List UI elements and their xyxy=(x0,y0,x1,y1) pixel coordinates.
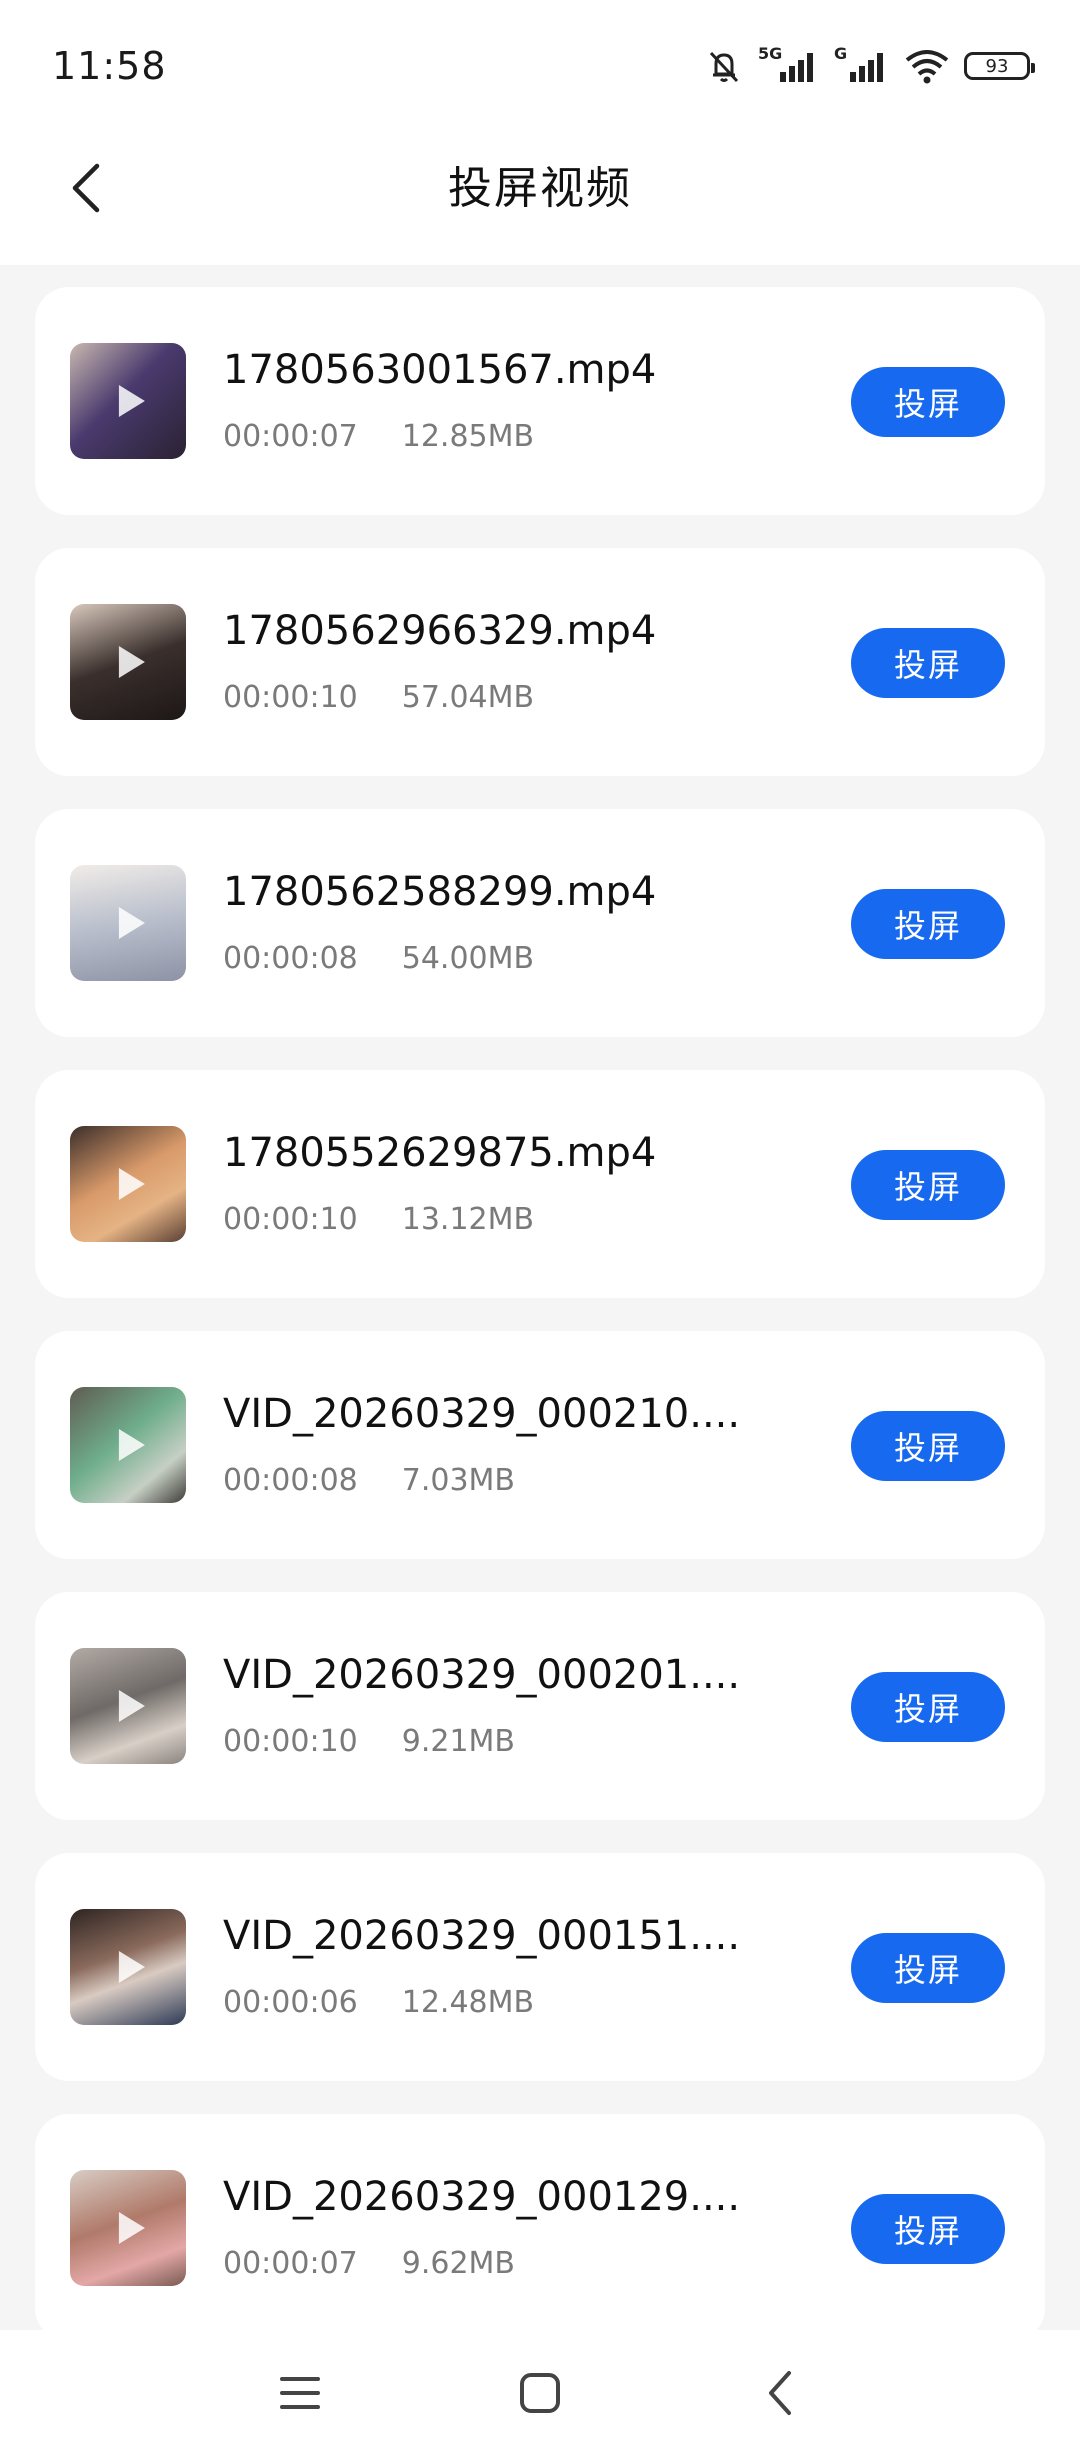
video-card[interactable]: 1780562966329.mp4 00:00:10 57.04MB 投屏 xyxy=(35,548,1045,776)
cast-button[interactable]: 投屏 xyxy=(851,1933,1005,2003)
menu-icon xyxy=(278,2373,322,2417)
bell-muted-icon xyxy=(704,46,744,86)
video-name: 1780562588299.mp4 xyxy=(223,869,657,915)
video-duration: 00:00:10 xyxy=(223,1724,358,1759)
battery-level: 93 xyxy=(985,55,1009,77)
video-size: 12.48MB xyxy=(401,1985,535,2020)
nav-back-button[interactable] xyxy=(745,2360,815,2430)
status-time: 11:58 xyxy=(52,44,167,88)
video-card[interactable]: 1780562588299.mp4 00:00:08 54.00MB 投屏 xyxy=(35,809,1045,1037)
cast-button[interactable]: 投屏 xyxy=(851,1411,1005,1481)
video-size: 9.62MB xyxy=(401,2246,516,2281)
video-meta: 00:00:07 9.62MB xyxy=(223,2246,515,2281)
video-card[interactable]: 1780563001567.mp4 00:00:07 12.85MB 投屏 xyxy=(35,287,1045,515)
play-icon xyxy=(118,1951,145,1983)
video-meta: 00:00:10 57.04MB xyxy=(223,680,534,715)
page-title: 投屏视频 xyxy=(448,163,632,214)
video-size: 57.04MB xyxy=(401,680,535,715)
video-name: VID_20260329_000210.... xyxy=(223,1391,741,1437)
play-icon xyxy=(118,2212,145,2244)
nav-home-button[interactable] xyxy=(505,2360,575,2430)
video-card[interactable]: VID_20260329_000151.... 00:00:06 12.48MB… xyxy=(35,1853,1045,2081)
video-card[interactable]: VID_20260329_000201.... 00:00:10 9.21MB … xyxy=(35,1592,1045,1820)
video-duration: 00:00:08 xyxy=(223,1463,358,1498)
video-name: 1780562966329.mp4 xyxy=(223,608,657,654)
video-meta: 00:00:08 7.03MB xyxy=(223,1463,515,1498)
video-card[interactable]: VID_20260329_000129.... 00:00:07 9.62MB … xyxy=(35,2114,1045,2342)
video-name: 1780563001567.mp4 xyxy=(223,347,657,393)
cast-button[interactable]: 投屏 xyxy=(851,628,1005,698)
header: 投屏视频 xyxy=(0,130,1080,265)
cast-button[interactable]: 投屏 xyxy=(851,1672,1005,1742)
play-icon xyxy=(118,1690,145,1722)
video-duration: 00:00:07 xyxy=(223,419,358,454)
video-meta: 00:00:08 54.00MB xyxy=(223,941,534,976)
video-size: 54.00MB xyxy=(401,941,535,976)
home-square-icon xyxy=(518,2371,562,2419)
video-size: 9.21MB xyxy=(401,1724,516,1759)
video-thumbnail xyxy=(70,1648,186,1764)
video-name: VID_20260329_000201.... xyxy=(223,1652,741,1698)
video-size: 13.12MB xyxy=(401,1202,535,1237)
status-icons: 5G G 93 xyxy=(704,44,1035,86)
cast-button[interactable]: 投屏 xyxy=(851,2194,1005,2264)
video-meta: 00:00:10 13.12MB xyxy=(223,1202,534,1237)
play-icon xyxy=(118,1168,145,1200)
video-meta: 00:00:10 9.21MB xyxy=(223,1724,515,1759)
video-duration: 00:00:07 xyxy=(223,2246,358,2281)
video-list: 1780563001567.mp4 00:00:07 12.85MB 投屏 17… xyxy=(35,287,1045,2375)
video-thumbnail xyxy=(70,343,186,459)
video-duration: 00:00:10 xyxy=(223,1202,358,1237)
video-card[interactable]: VID_20260329_000210.... 00:00:08 7.03MB … xyxy=(35,1331,1045,1559)
g-signal-icon: G xyxy=(834,44,890,84)
back-triangle-icon xyxy=(763,2369,797,2421)
video-name: VID_20260329_000151.... xyxy=(223,1913,741,1959)
system-nav-bar xyxy=(0,2330,1080,2460)
video-thumbnail xyxy=(70,1126,186,1242)
video-duration: 00:00:10 xyxy=(223,680,358,715)
play-icon xyxy=(118,907,145,939)
video-meta: 00:00:06 12.48MB xyxy=(223,1985,534,2020)
nav-menu-button[interactable] xyxy=(265,2360,335,2430)
cast-button[interactable]: 投屏 xyxy=(851,1150,1005,1220)
wifi-icon xyxy=(904,48,950,84)
video-size: 7.03MB xyxy=(401,1463,516,1498)
video-thumbnail xyxy=(70,1387,186,1503)
video-thumbnail xyxy=(70,1909,186,2025)
video-duration: 00:00:06 xyxy=(223,1985,358,2020)
video-duration: 00:00:08 xyxy=(223,941,358,976)
cast-button[interactable]: 投屏 xyxy=(851,889,1005,959)
5g-signal-icon: 5G xyxy=(758,44,820,84)
video-name: VID_20260329_000129.... xyxy=(223,2174,741,2220)
video-card[interactable]: 1780552629875.mp4 00:00:10 13.12MB 投屏 xyxy=(35,1070,1045,1298)
cast-button[interactable]: 投屏 xyxy=(851,367,1005,437)
video-size: 12.85MB xyxy=(401,419,535,454)
status-bar: 11:58 5G G 93 xyxy=(0,0,1080,130)
play-icon xyxy=(118,1429,145,1461)
play-icon xyxy=(118,385,145,417)
video-name: 1780552629875.mp4 xyxy=(223,1130,657,1176)
video-meta: 00:00:07 12.85MB xyxy=(223,419,534,454)
video-thumbnail xyxy=(70,865,186,981)
battery-icon: 93 xyxy=(964,52,1035,80)
play-icon xyxy=(118,646,145,678)
video-thumbnail xyxy=(70,2170,186,2286)
video-thumbnail xyxy=(70,604,186,720)
